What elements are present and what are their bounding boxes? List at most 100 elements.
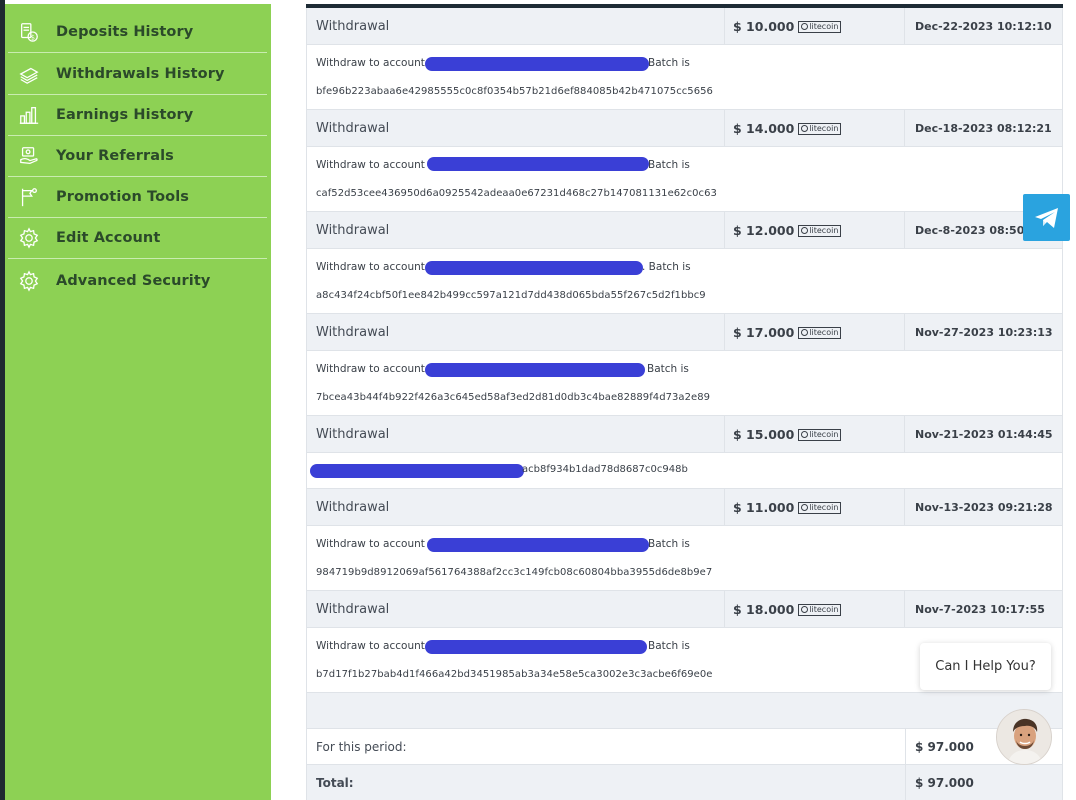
litecoin-badge: litecoin [798, 603, 842, 616]
transaction-description: Withdraw to account [316, 261, 425, 273]
transaction-type: Withdrawal [316, 19, 390, 34]
batch-hash: bfe96b223abaa6e42985555c0c8f0354b57b21d6… [316, 86, 713, 97]
litecoin-icon [801, 504, 809, 511]
amount-value: $ 15.000 [733, 427, 795, 442]
transaction-type: Withdrawal [316, 223, 390, 238]
telegram-icon [1034, 207, 1058, 228]
transaction-type: Withdrawal [316, 427, 390, 442]
redacted-account [425, 640, 647, 654]
litecoin-badge: litecoin [798, 224, 842, 237]
period-label: For this period: [316, 740, 407, 754]
batch-label: Batch is [648, 57, 690, 69]
redacted-account [425, 57, 649, 71]
sidebar-item-advanced-security[interactable]: Advanced Security [8, 260, 267, 301]
table-row: Withdrawal $ 18.000 litecoin Nov-7-2023 … [307, 591, 1062, 653]
litecoin-icon [801, 329, 809, 336]
sidebar-item-promotion-tools[interactable]: Promotion Tools [8, 177, 267, 218]
amount-value: $ 18.000 [733, 602, 795, 617]
transaction-type: Withdrawal [316, 121, 390, 136]
litecoin-badge: litecoin [798, 20, 842, 33]
litecoin-badge: litecoin [798, 122, 842, 135]
litecoin-icon [801, 23, 809, 30]
transaction-description: Withdraw to account [316, 159, 425, 171]
amount-cell: $ 18.000 litecoin [724, 591, 905, 628]
app-root: $ Deposits History Withdrawals History E… [0, 0, 1076, 800]
batch-hash: 7bcea43b44f4b922f426a3c645ed58af3ed2d81d… [316, 392, 711, 403]
batch-hash: b7d17f1b27bab4d1f466a42bd3451985ab3a34e5… [316, 669, 713, 680]
batch-label: Batch is [648, 159, 690, 171]
sidebar-item-your-referrals[interactable]: Your Referrals [8, 136, 267, 177]
transaction-description: Withdraw to account [316, 57, 425, 69]
amount-cell: $ 14.000 litecoin [724, 110, 905, 147]
sidebar-item-label: Withdrawals History [56, 66, 225, 82]
transaction-description: Withdraw to account [316, 538, 425, 550]
coins-icon: $ [17, 20, 41, 44]
transaction-type: Withdrawal [316, 602, 390, 617]
amount-value: $ 12.000 [733, 223, 795, 238]
sidebar: $ Deposits History Withdrawals History E… [5, 4, 271, 800]
cash-stack-icon [17, 62, 41, 86]
table-row: Withdrawal $ 12.000 litecoin Dec-8-2023 … [307, 212, 1062, 249]
batch-hash: acb8f934b1dad78d8687c0c948b [522, 464, 688, 475]
sidebar-item-label: Your Referrals [56, 148, 174, 164]
sidebar-item-label: Earnings History [56, 107, 194, 123]
batch-hash: 984719b9d8912069af561764388af2cc3c149fcb… [316, 567, 713, 578]
grand-total: $ 97.000 [905, 765, 1064, 800]
litecoin-badge: litecoin [798, 428, 842, 441]
amount-cell: $ 10.000 litecoin [724, 8, 905, 45]
litecoin-badge: litecoin [798, 501, 842, 514]
amount-cell: $ 12.000 litecoin [724, 212, 905, 249]
gear-icon [17, 269, 41, 293]
sidebar-item-deposits-history[interactable]: $ Deposits History [8, 12, 267, 53]
sidebar-item-earnings-history[interactable]: Earnings History [8, 95, 267, 136]
amount-value: $ 14.000 [733, 121, 795, 136]
sidebar-item-withdrawals-history[interactable]: Withdrawals History [8, 54, 267, 95]
chat-help-bubble[interactable]: Can I Help You? [920, 643, 1051, 690]
transaction-detail: acb8f934b1dad78d8687c0c948b [307, 453, 1062, 489]
transaction-detail: Withdraw to account Batch is 7bcea43b44f… [307, 351, 1062, 416]
amount-cell: $ 17.000 litecoin [724, 314, 905, 351]
referral-icon [17, 144, 41, 168]
transaction-detail: Withdraw to account . Batch is a8c434f24… [307, 249, 1062, 314]
table-row: Withdrawal $ 15.000 litecoin Nov-21-2023… [307, 416, 1062, 478]
sidebar-item-label: Promotion Tools [56, 189, 190, 205]
svg-text:$: $ [31, 33, 35, 41]
litecoin-icon [801, 125, 809, 132]
sidebar-item-edit-account[interactable]: Edit Account [8, 218, 267, 259]
telegram-button[interactable] [1023, 194, 1070, 241]
transaction-description: Withdraw to account [316, 363, 425, 375]
redacted-account [425, 363, 645, 377]
sidebar-item-label: Deposits History [56, 24, 194, 40]
transaction-description: Withdraw to account [316, 640, 425, 652]
redacted-account [310, 464, 524, 478]
amount-cell: $ 15.000 litecoin [724, 416, 905, 453]
amount-value: $ 17.000 [733, 325, 795, 340]
transaction-detail: Withdraw to account Batch is 984719b9d89… [307, 526, 1062, 591]
period-summary-row: For this period: $ 97.000 [307, 729, 1062, 765]
litecoin-badge: litecoin [798, 326, 842, 339]
grand-total-row: Total: $ 97.000 [307, 765, 1062, 800]
sidebar-item-label: Advanced Security [56, 272, 211, 289]
table-row: Withdrawal $ 17.000 litecoin Nov-27-2023… [307, 314, 1062, 376]
table-row: Withdrawal $ 10.000 litecoin Dec-22-2023… [307, 8, 1062, 70]
amount-cell: $ 11.000 litecoin [724, 489, 905, 526]
bar-chart-icon [17, 103, 41, 127]
batch-hash: caf52d53cee436950d6a0925542adeaa0e67231d… [316, 188, 717, 199]
sidebar-item-label: Edit Account [56, 230, 161, 246]
litecoin-icon [801, 431, 809, 438]
table-spacer-row [307, 693, 1062, 729]
litecoin-icon [801, 227, 809, 234]
redacted-account [425, 261, 643, 275]
batch-label: Batch is [648, 538, 690, 550]
chat-agent-avatar[interactable] [996, 709, 1052, 765]
megaphone-icon [17, 185, 41, 209]
redacted-account [427, 538, 649, 552]
total-label: Total: [316, 776, 354, 790]
gear-icon [17, 226, 41, 250]
chat-bubble-text: Can I Help You? [935, 659, 1036, 674]
batch-hash: a8c434f24cbf50f1ee842b499cc597a121d7dd43… [316, 290, 706, 301]
transaction-type: Withdrawal [316, 325, 390, 340]
redacted-account [427, 157, 649, 171]
transaction-detail: Withdraw to account Batch is bfe96b223ab… [307, 45, 1062, 110]
table-row: Withdrawal $ 14.000 litecoin Dec-18-2023… [307, 110, 1062, 172]
